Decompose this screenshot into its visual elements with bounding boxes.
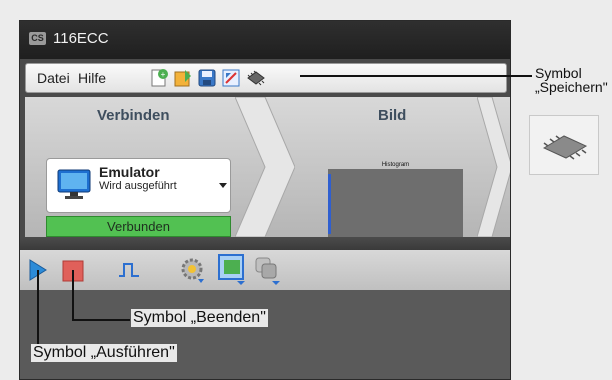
workflow-panel: Verbinden Emulator Wird ausgeführt Verbu… xyxy=(25,97,510,237)
stop-callout-label: Symbol „Beenden" xyxy=(131,309,268,327)
save-callout-label-1: Symbol xyxy=(535,65,582,81)
edit-icon[interactable] xyxy=(221,68,241,88)
connection-status-button[interactable]: Verbunden xyxy=(46,216,231,237)
stage-image-title: Bild xyxy=(378,107,407,124)
device-name: Emulator xyxy=(99,164,160,180)
preview-label: Histogram xyxy=(381,162,410,168)
title-bar: CS 116ECC xyxy=(20,21,510,59)
save-callout-label-2: „Speichern" xyxy=(535,79,608,95)
menu-bar: Datei Hilfe + xyxy=(25,63,507,93)
pulse-icon[interactable] xyxy=(118,260,140,280)
device-selector[interactable]: Emulator Wird ausgeführt xyxy=(46,158,231,213)
panel-separator xyxy=(20,238,510,250)
run-callout-line xyxy=(37,270,39,344)
stage-connect-title: Verbinden xyxy=(97,107,170,124)
save-icon-enlarged xyxy=(529,115,599,175)
content-area xyxy=(20,290,510,379)
menu-help[interactable]: Hilfe xyxy=(78,70,106,86)
svg-text:+: + xyxy=(161,70,166,79)
image-preview: Histogram xyxy=(328,162,463,237)
app-icon: CS xyxy=(29,32,46,45)
new-icon[interactable]: + xyxy=(149,68,169,88)
save-callout-line xyxy=(300,75,532,77)
menu-file[interactable]: Datei xyxy=(37,70,70,86)
capture-icon[interactable] xyxy=(218,254,248,286)
window-title: 116ECC xyxy=(53,30,109,47)
copy-icon[interactable] xyxy=(254,256,284,286)
stage-divider-arrow xyxy=(235,97,295,237)
stage-divider-arrow-2 xyxy=(477,97,510,237)
open-icon[interactable] xyxy=(173,68,193,88)
stop-callout-line-vertical xyxy=(72,270,74,320)
run-toolbar xyxy=(20,250,510,290)
preview-marker xyxy=(328,174,331,234)
chip-icon xyxy=(542,135,588,160)
settings-icon[interactable] xyxy=(178,255,208,285)
monitor-icon xyxy=(57,169,91,199)
save-icon[interactable] xyxy=(197,68,217,88)
chip-icon[interactable] xyxy=(244,68,268,88)
chevron-down-icon[interactable] xyxy=(219,183,227,188)
stop-callout-line-horizontal xyxy=(72,319,130,321)
run-callout-label: Symbol „Ausführen" xyxy=(31,344,177,362)
device-status: Wird ausgeführt xyxy=(99,180,177,192)
